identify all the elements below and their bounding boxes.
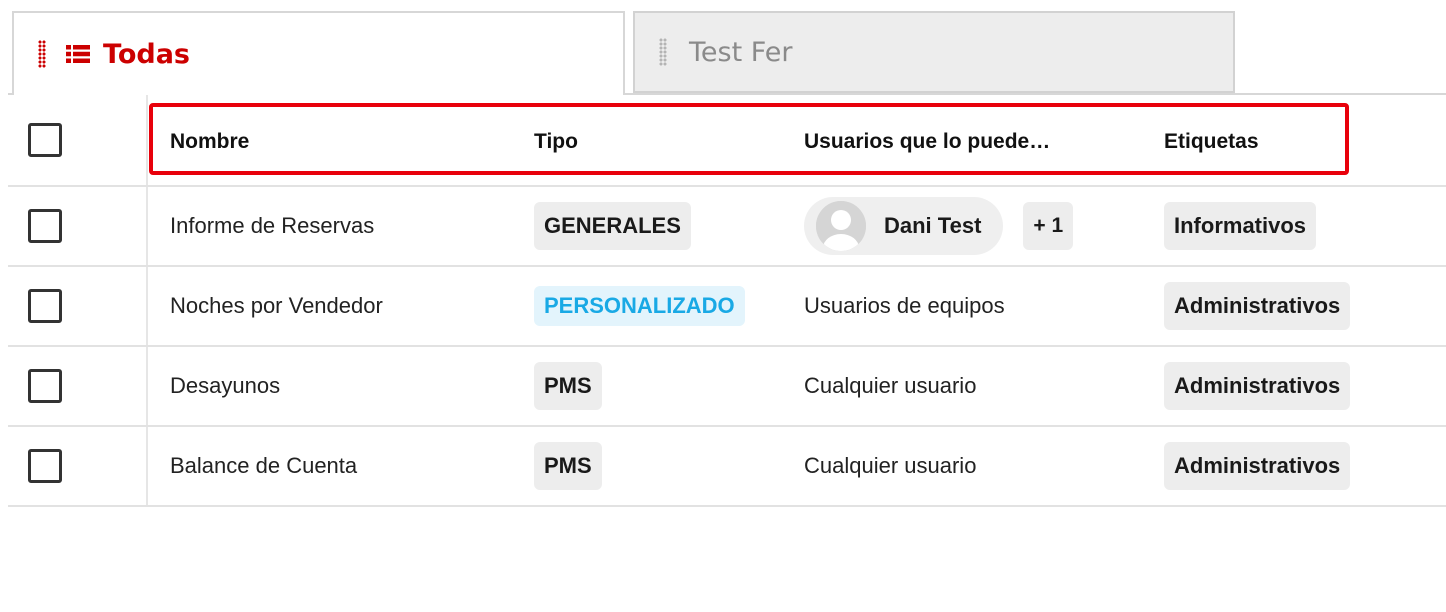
type-badge: PMS	[534, 442, 602, 490]
column-divider	[146, 187, 148, 265]
row-checkbox[interactable]	[28, 209, 62, 243]
tab-test-fer[interactable]: Test Fer	[633, 11, 1235, 93]
type-badge: PERSONALIZADO	[534, 286, 745, 326]
tab-bar: Todas Test Fer	[0, 0, 1446, 95]
drag-handle-icon[interactable]	[38, 40, 46, 68]
select-all-checkbox[interactable]	[28, 123, 62, 157]
column-header-usuarios[interactable]: Usuarios que lo puede…	[804, 130, 1050, 154]
table-row[interactable]: Balance de Cuenta PMS Cualquier usuario …	[8, 427, 1446, 507]
more-users-badge[interactable]: + 1	[1023, 202, 1074, 250]
report-name[interactable]: Balance de Cuenta	[170, 453, 357, 479]
column-divider	[146, 267, 148, 345]
reports-table: Nombre Tipo Usuarios que lo puede… Etiqu…	[8, 95, 1446, 507]
column-divider	[146, 347, 148, 425]
table-row[interactable]: Informe de Reservas GENERALES Dani Test …	[8, 187, 1446, 267]
users-text: Cualquier usuario	[804, 453, 977, 478]
drag-handle-icon[interactable]	[659, 38, 667, 66]
list-icon	[66, 45, 90, 63]
column-divider	[146, 427, 148, 505]
avatar	[816, 201, 866, 251]
column-header-nombre[interactable]: Nombre	[170, 130, 249, 154]
user-name: Dani Test	[884, 213, 982, 238]
table-header: Nombre Tipo Usuarios que lo puede… Etiqu…	[8, 95, 1446, 187]
table-row[interactable]: Noches por Vendedor PERSONALIZADO Usuari…	[8, 267, 1446, 347]
column-header-etiquetas[interactable]: Etiquetas	[1164, 130, 1259, 154]
tag-badge: Informativos	[1164, 202, 1317, 250]
report-name[interactable]: Desayunos	[170, 373, 280, 399]
users-text: Usuarios de equipos	[804, 293, 1005, 318]
user-chip[interactable]: Dani Test	[804, 197, 1004, 255]
type-badge: GENERALES	[534, 202, 691, 250]
column-header-tipo[interactable]: Tipo	[534, 130, 578, 154]
column-divider	[146, 95, 148, 185]
row-checkbox[interactable]	[28, 369, 62, 403]
report-name[interactable]: Noches por Vendedor	[170, 293, 383, 319]
row-checkbox[interactable]	[28, 289, 62, 323]
table-row[interactable]: Desayunos PMS Cualquier usuario Administ…	[8, 347, 1446, 427]
tab-todas[interactable]: Todas	[12, 11, 625, 95]
tag-badge: Administrativos	[1164, 282, 1351, 330]
type-badge: PMS	[534, 362, 602, 410]
users-text: Cualquier usuario	[804, 373, 977, 398]
row-checkbox[interactable]	[28, 449, 62, 483]
tab-label: Todas	[103, 38, 190, 70]
tag-badge: Administrativos	[1164, 442, 1351, 490]
tag-badge: Administrativos	[1164, 362, 1351, 410]
report-name[interactable]: Informe de Reservas	[170, 213, 374, 239]
tab-label: Test Fer	[689, 36, 793, 68]
